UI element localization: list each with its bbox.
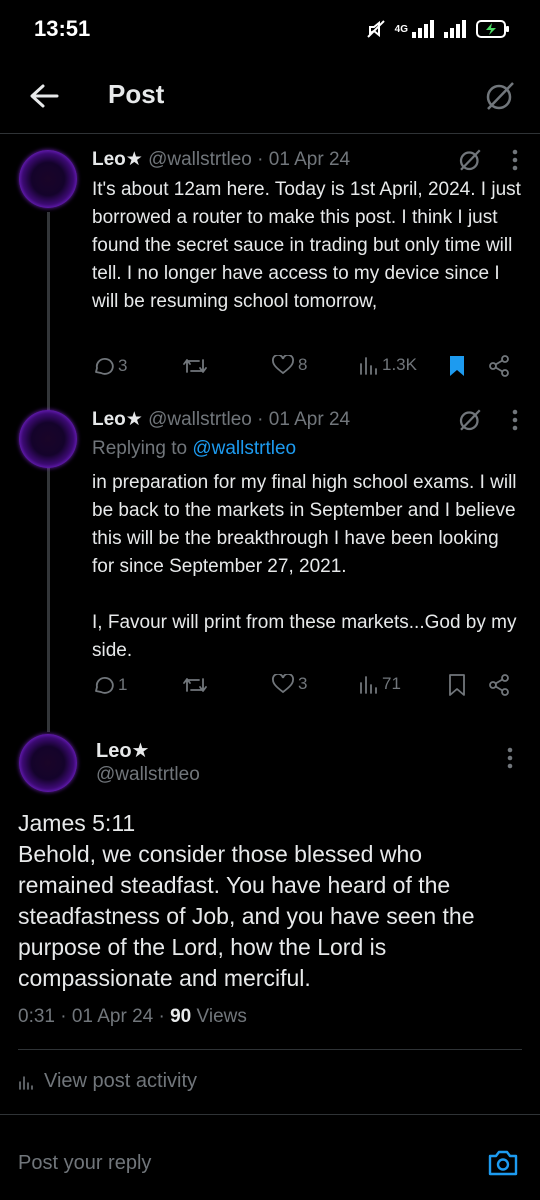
retweet-button[interactable] [182, 355, 212, 377]
reply-button[interactable]: 1 [92, 674, 127, 696]
like-count: 8 [298, 355, 308, 374]
reply-input[interactable]: Post your reply [18, 1152, 151, 1175]
reply-icon [95, 358, 114, 375]
author-name[interactable]: Leo★ [92, 149, 143, 170]
more-options-icon[interactable] [512, 409, 518, 431]
bookmark-icon [449, 674, 465, 696]
grok-icon[interactable] [458, 408, 482, 432]
avatar[interactable] [19, 410, 77, 468]
retweet-icon [183, 678, 207, 692]
tweet-date: · 01 Apr 24 [257, 149, 351, 170]
mute-icon [366, 20, 385, 38]
more-options-icon[interactable] [512, 149, 518, 171]
mention-link[interactable]: @wallstrtleo [192, 438, 296, 459]
share-button[interactable] [488, 355, 510, 377]
views-icon [360, 676, 377, 694]
more-options-icon[interactable] [507, 747, 513, 769]
views-button[interactable]: 1.3K [358, 355, 417, 375]
signal-icon [412, 20, 434, 38]
camera-button[interactable] [486, 1148, 520, 1178]
replying-to: Replying to @wallstrtleo [92, 438, 296, 460]
views-icon [360, 357, 377, 375]
tweet-header: Leo★ @wallstrtleo · 01 Apr 24 [92, 148, 350, 171]
heart-icon [272, 674, 294, 694]
grok-icon [486, 82, 514, 110]
view-post-activity-label: View post activity [44, 1070, 198, 1092]
tweet-actions: 1 3 71 [92, 674, 518, 704]
reply-button[interactable]: 3 [92, 355, 127, 377]
tweet-date: · 01 Apr 24 [257, 409, 351, 430]
reply-count: 1 [118, 675, 128, 694]
author-name[interactable]: Leo★ [96, 738, 150, 763]
tweet-tools [458, 408, 518, 432]
status-time: 13:51 [34, 16, 91, 41]
status-icons: 4G [365, 18, 510, 40]
avatar[interactable] [19, 734, 77, 792]
author-handle[interactable]: @wallstrtleo [148, 149, 252, 170]
camera-icon [488, 1150, 518, 1176]
tweet-header: Leo★ @wallstrtleo · 01 Apr 24 [92, 408, 350, 431]
bookmark-button[interactable] [448, 355, 466, 377]
heart-icon [272, 355, 294, 375]
share-icon [489, 674, 509, 696]
post-meta: 0:31 · 01 Apr 24 · 90 Views [18, 1006, 247, 1028]
views-button[interactable]: 71 [358, 674, 401, 694]
bookmark-filled-icon [450, 356, 464, 376]
views-count: 71 [382, 674, 401, 693]
author-name[interactable]: Leo★ [92, 409, 143, 430]
like-button[interactable]: 8 [272, 355, 307, 375]
status-bar: 13:51 4G [0, 0, 540, 60]
bookmark-button[interactable] [448, 674, 466, 696]
thread-line [47, 212, 50, 732]
tweet-text: in preparation for my final high school … [92, 472, 517, 661]
view-post-activity[interactable]: View post activity [18, 1070, 197, 1093]
post-time: 0:31 · 01 Apr 24 · [18, 1006, 171, 1027]
tweet-tools [458, 148, 518, 172]
views-count: 1.3K [382, 355, 417, 374]
tweet-actions: 3 8 1.3K [92, 355, 518, 385]
like-count: 3 [298, 674, 308, 693]
signal-icon-2 [444, 20, 466, 38]
battery-icon [476, 20, 509, 38]
replying-prefix: Replying to [92, 438, 193, 459]
divider [0, 1114, 540, 1115]
grok-icon[interactable] [458, 148, 482, 172]
back-button[interactable] [26, 78, 62, 114]
author-handle[interactable]: @wallstrtleo [96, 764, 200, 786]
analytics-icon [19, 1075, 33, 1090]
main-tweet-text: James 5:11 Behold, we consider those ble… [18, 810, 475, 991]
header: Post [0, 60, 540, 134]
tweet-text: It's about 12am here. Today is 1st April… [92, 179, 527, 312]
like-button[interactable]: 3 [272, 674, 307, 694]
reply-count: 3 [118, 356, 128, 375]
author-handle[interactable]: @wallstrtleo [148, 409, 252, 430]
network-type: 4G [394, 23, 408, 35]
retweet-icon [183, 359, 207, 373]
reply-icon [95, 677, 114, 694]
avatar[interactable] [19, 150, 77, 208]
reply-bar: Post your reply [0, 1124, 540, 1200]
divider [18, 1049, 522, 1050]
grok-button[interactable] [480, 76, 520, 116]
views-count: 90 [170, 1006, 192, 1027]
page-title: Post [108, 79, 165, 109]
views-label: Views [191, 1006, 247, 1027]
arrow-left-icon [30, 84, 59, 108]
share-button[interactable] [488, 674, 510, 696]
retweet-button[interactable] [182, 674, 212, 696]
share-icon [489, 355, 509, 377]
